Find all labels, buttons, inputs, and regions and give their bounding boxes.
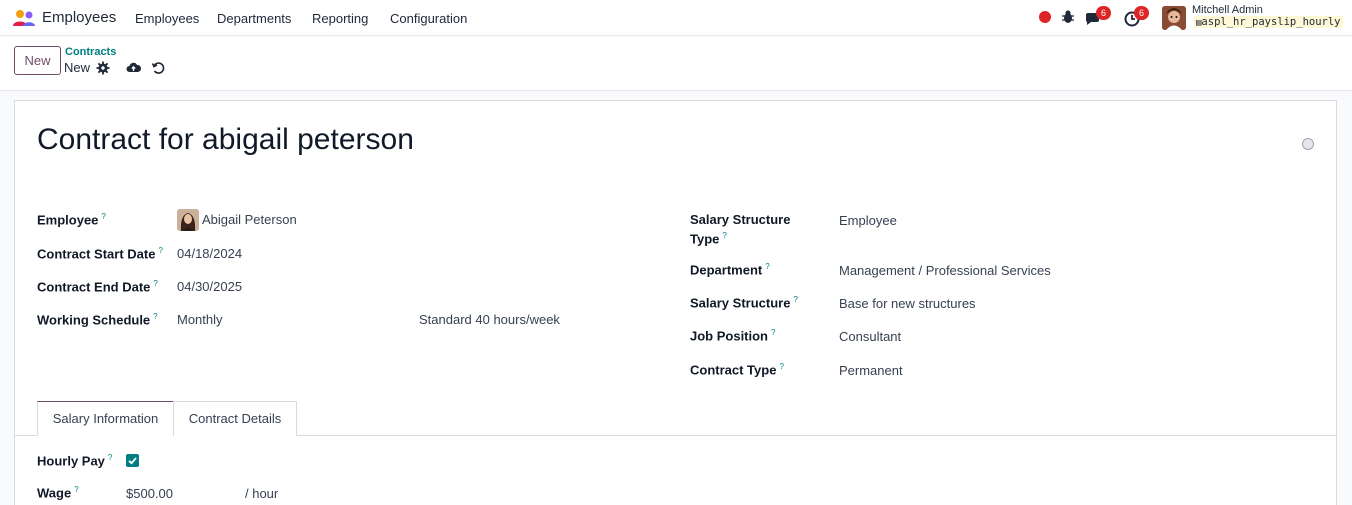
job-position-field[interactable]: Consultant [839, 329, 901, 344]
database-name: ▤aspl_hr_payslip_hourly [1194, 16, 1343, 28]
end-date-field[interactable]: 04/30/2025 [177, 279, 242, 294]
menu-departments[interactable]: Departments [217, 11, 291, 26]
tab-contract-details[interactable]: Contract Details [173, 401, 297, 436]
working-schedule-field[interactable]: Monthly [177, 312, 223, 327]
breadcrumb-current: New [64, 60, 91, 75]
activities-badge: 6 [1134, 6, 1149, 20]
hourly-pay-checkbox[interactable] [126, 454, 139, 467]
working-schedule-label: Working Schedule? [37, 312, 158, 328]
department-label: Department? [690, 262, 770, 278]
discard-undo-icon[interactable] [151, 61, 165, 75]
contract-type-field[interactable]: Permanent [839, 363, 903, 378]
form-sheet: Contract for abigail peterson Employee? … [14, 100, 1337, 505]
top-navbar: Employees Employees Departments Reportin… [0, 0, 1352, 36]
employee-avatar [177, 209, 199, 231]
salary-structure-field[interactable]: Base for new structures [839, 296, 976, 311]
cloud-save-icon[interactable] [126, 61, 142, 75]
start-date-label: Contract Start Date? [37, 246, 163, 262]
wage-label: Wage? [37, 485, 79, 501]
status-indicator[interactable] [1302, 138, 1314, 150]
messages-badge: 6 [1096, 6, 1111, 20]
gear-icon[interactable] [96, 61, 110, 75]
job-position-label: Job Position? [690, 328, 776, 344]
employees-app-icon[interactable] [12, 9, 36, 27]
user-avatar[interactable] [1162, 6, 1186, 30]
salary-structure-type-label-2: Type? [690, 231, 727, 247]
new-button[interactable]: New [14, 46, 61, 75]
app-name[interactable]: Employees [42, 9, 116, 26]
start-date-field[interactable]: 04/18/2024 [177, 246, 242, 261]
salary-structure-label: Salary Structure? [690, 295, 798, 311]
contract-title[interactable]: Contract for abigail peterson [37, 123, 414, 157]
wage-field[interactable]: $500.00 [126, 486, 173, 501]
menu-employees[interactable]: Employees [135, 11, 199, 26]
contract-type-label: Contract Type? [690, 362, 784, 378]
record-indicator-icon[interactable] [1039, 11, 1051, 23]
department-field[interactable]: Management / Professional Services [839, 263, 1051, 278]
schedule-hours-field[interactable]: Standard 40 hours/week [419, 312, 560, 327]
wage-unit: / hour [245, 486, 279, 501]
breadcrumb-contracts[interactable]: Contracts [65, 46, 116, 58]
bug-icon[interactable] [1060, 9, 1078, 27]
checkmark-icon [128, 457, 137, 465]
menu-configuration[interactable]: Configuration [390, 11, 467, 26]
hourly-pay-label: Hourly Pay? [37, 453, 113, 469]
tab-salary-information[interactable]: Salary Information [37, 401, 174, 436]
salary-structure-type-label: Salary Structure [690, 212, 791, 227]
user-name[interactable]: Mitchell Admin [1192, 4, 1263, 16]
menu-reporting[interactable]: Reporting [312, 11, 368, 26]
end-date-label: Contract End Date? [37, 279, 158, 295]
employee-label: Employee? [37, 212, 106, 228]
employee-value[interactable]: Abigail Peterson [202, 212, 297, 227]
salary-structure-type-field[interactable]: Employee [839, 213, 897, 228]
control-panel: New Contracts New [0, 37, 1352, 91]
